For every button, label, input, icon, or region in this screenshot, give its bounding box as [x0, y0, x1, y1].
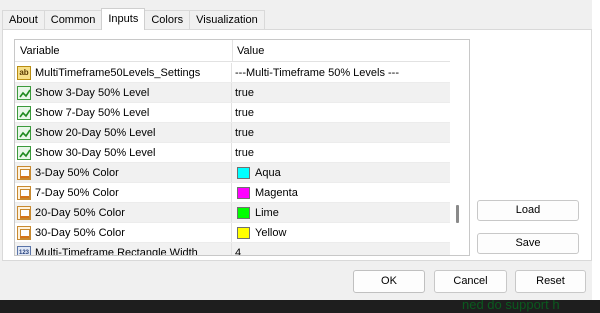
variable-cell: 20-Day 50% Color	[15, 203, 232, 222]
variable-cell: 3-Day 50% Color	[15, 163, 232, 182]
chart-background-bottom: ned do support h	[0, 300, 600, 313]
color-icon	[17, 165, 31, 180]
variable-cell: 123 Multi-Timeframe Rectangle Width	[15, 243, 232, 256]
grid-row[interactable]: Show 3-Day 50% Level true	[15, 83, 451, 103]
variable-cell: 7-Day 50% Color	[15, 183, 232, 202]
value-text: Aqua	[255, 166, 281, 179]
color-swatch[interactable]	[237, 226, 250, 239]
column-divider[interactable]	[232, 40, 233, 62]
tab-colors[interactable]: Colors	[144, 10, 191, 30]
inputs-grid: Variable Value ab MultiTimeframe50Levels_…	[14, 39, 470, 256]
bool-icon	[17, 125, 31, 140]
grid-row[interactable]: 7-Day 50% Color Magenta	[15, 183, 451, 203]
value-text: Yellow	[255, 226, 287, 239]
inputs-dialog: About Common Inputs Colors Visualization…	[0, 0, 592, 300]
value-cell[interactable]: true	[233, 83, 451, 102]
variable-label: MultiTimeframe50Levels_Settings	[35, 66, 201, 79]
variable-cell: Show 3-Day 50% Level	[15, 83, 232, 102]
background-text: ned do support h	[462, 300, 560, 312]
cancel-button[interactable]: Cancel	[434, 270, 507, 293]
grid-row[interactable]: Show 7-Day 50% Level true	[15, 103, 451, 123]
tab-common[interactable]: Common	[43, 10, 103, 30]
value-cell[interactable]: Lime	[233, 203, 451, 222]
value-text: ---Multi-Timeframe 50% Levels ---	[235, 66, 400, 79]
grid-row[interactable]: Show 20-Day 50% Level true	[15, 123, 451, 143]
variable-label: 20-Day 50% Color	[35, 206, 125, 219]
column-header-value[interactable]: Value	[237, 45, 264, 57]
value-text: true	[235, 86, 254, 99]
value-cell[interactable]: Yellow	[233, 223, 451, 242]
tab-about[interactable]: About	[2, 10, 45, 30]
tab-bar: About Common Inputs Colors Visualization	[2, 8, 265, 30]
value-text: true	[235, 146, 254, 159]
value-cell[interactable]: Aqua	[233, 163, 451, 182]
value-cell[interactable]: true	[233, 143, 451, 162]
grid-row[interactable]: 20-Day 50% Color Lime	[15, 203, 451, 223]
reset-button[interactable]: Reset	[515, 270, 586, 293]
bool-icon	[17, 145, 31, 160]
grid-header: Variable Value	[15, 40, 451, 62]
grid-row[interactable]: 123 Multi-Timeframe Rectangle Width 4	[15, 243, 451, 256]
color-swatch[interactable]	[237, 166, 250, 179]
variable-label: 30-Day 50% Color	[35, 226, 125, 239]
variable-label: Show 20-Day 50% Level	[35, 126, 156, 139]
variable-cell: Show 30-Day 50% Level	[15, 143, 232, 162]
grid-row[interactable]: 30-Day 50% Color Yellow	[15, 223, 451, 243]
value-text: 4	[235, 246, 242, 256]
variable-label: 3-Day 50% Color	[35, 166, 119, 179]
variable-label: Show 7-Day 50% Level	[35, 106, 150, 119]
number-icon: 123	[17, 245, 31, 255]
scrollbar-thumb[interactable]	[456, 205, 459, 223]
value-cell[interactable]: Magenta	[233, 183, 451, 202]
color-icon	[17, 205, 31, 220]
value-text: true	[235, 106, 254, 119]
variable-label: Show 3-Day 50% Level	[35, 86, 150, 99]
grid-row[interactable]: Show 30-Day 50% Level true	[15, 143, 451, 163]
bool-icon	[17, 105, 31, 120]
variable-cell: Show 20-Day 50% Level	[15, 123, 232, 142]
variable-label: 7-Day 50% Color	[35, 186, 119, 199]
value-text: true	[235, 126, 254, 139]
value-text: Lime	[255, 206, 279, 219]
value-cell[interactable]: 4	[233, 243, 451, 256]
color-icon	[17, 225, 31, 240]
variable-label: Show 30-Day 50% Level	[35, 146, 156, 159]
load-button[interactable]: Load	[477, 200, 579, 221]
ok-button[interactable]: OK	[353, 270, 425, 293]
grid-row[interactable]: 3-Day 50% Color Aqua	[15, 163, 451, 183]
variable-cell: 30-Day 50% Color	[15, 223, 232, 242]
value-cell[interactable]: true	[233, 103, 451, 122]
grid-scrollbar[interactable]	[450, 40, 469, 255]
value-text: Magenta	[255, 186, 298, 199]
variable-label: Multi-Timeframe Rectangle Width	[35, 246, 198, 256]
value-cell[interactable]: true	[233, 123, 451, 142]
variable-cell: Show 7-Day 50% Level	[15, 103, 232, 122]
grid-row[interactable]: ab MultiTimeframe50Levels_Settings ---Mult…	[15, 63, 451, 83]
color-swatch[interactable]	[237, 186, 250, 199]
color-icon	[17, 185, 31, 200]
value-cell[interactable]: ---Multi-Timeframe 50% Levels ---	[233, 63, 451, 82]
color-swatch[interactable]	[237, 206, 250, 219]
grid-rows: ab MultiTimeframe50Levels_Settings ---Mult…	[15, 63, 451, 256]
tab-visualization[interactable]: Visualization	[189, 10, 265, 30]
save-button[interactable]: Save	[477, 233, 579, 254]
column-header-variable[interactable]: Variable	[20, 45, 60, 57]
variable-cell: ab MultiTimeframe50Levels_Settings	[15, 63, 232, 82]
bool-icon	[17, 85, 31, 100]
chart-background	[592, 0, 600, 313]
string-icon: ab	[17, 65, 31, 80]
tab-inputs[interactable]: Inputs	[101, 8, 146, 30]
